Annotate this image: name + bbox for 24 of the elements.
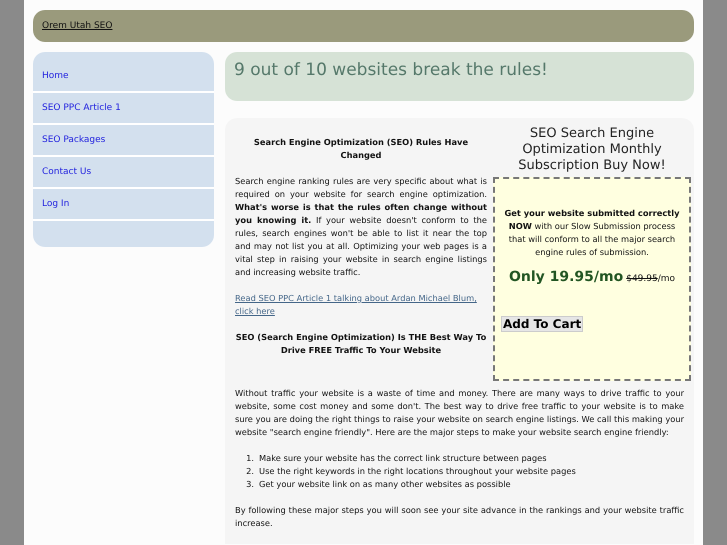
nav-link[interactable]: SEO Packages: [33, 125, 214, 157]
list-item: Get your website link on as many other websites as possible: [259, 478, 511, 491]
site-link[interactable]: Orem Utah SEO: [42, 21, 112, 31]
nav-link[interactable]: SEO PPC Article 1: [33, 93, 214, 125]
paragraph: Without traffic your website is a waste of time and money. There are many ways to drive traffic to your website, some cost money and some don't. The best way to drive free traffic to your website is to make sure you are doing the right things to raise your website on search engine listings. We call this making your website "search engine friendly". Here are the major steps to make your website search engine friendly:: [235, 387, 684, 439]
add-to-cart-button[interactable]: Add To Cart: [501, 316, 584, 332]
section-heading: Search Engine Optimization (SEO) Rules Have Changed: [252, 136, 470, 162]
offer-text: Get your website submitted correctly NOW with our Slow Submission process that will conform to all the major search engine rules of submission.: [503, 207, 680, 259]
paragraph: By following these major steps you will soon see your site advance in the rankings and your website traffic increase.: [235, 504, 684, 530]
list-number: 1.: [245, 452, 254, 465]
list-number: 2.: [245, 465, 254, 478]
article-link[interactable]: Read SEO PPC Article 1 talking about Ardan Michael Blum, click here: [235, 292, 487, 318]
nav-link[interactable]: Log In: [33, 189, 214, 221]
nav-link[interactable]: Home: [33, 61, 214, 93]
list-item: Use the right keywords in the right locations throughout your website pages: [259, 465, 576, 478]
ad-title: SEO Search Engine Optimization Monthly Subscription Buy Now!: [517, 125, 667, 175]
list-item: Make sure your website has the correct link structure between pages: [259, 452, 547, 465]
old-price: $49.95/mo: [626, 274, 676, 284]
list-number: 3.: [245, 478, 254, 491]
price: Only 19.95/mo: [508, 269, 624, 285]
paragraph: Search engine ranking rules are very specific about what is required on your website for search engine optimization. What's worse is that the rules often change without you knowing it. If your website doesn't conform to the rules, search engines won't be able to list it near the top and may not list you at all. Optimizing your web pages is a vital step in raising your website in search engine listings and increasing website traffic.: [235, 175, 487, 279]
page-title: 9 out of 10 websites break the rules!: [234, 60, 549, 80]
section-heading: SEO (Search Engine Optimization) Is THE Best Way To Drive FREE Traffic To Your Website: [235, 331, 487, 357]
nav-link[interactable]: Contact Us: [33, 157, 214, 189]
